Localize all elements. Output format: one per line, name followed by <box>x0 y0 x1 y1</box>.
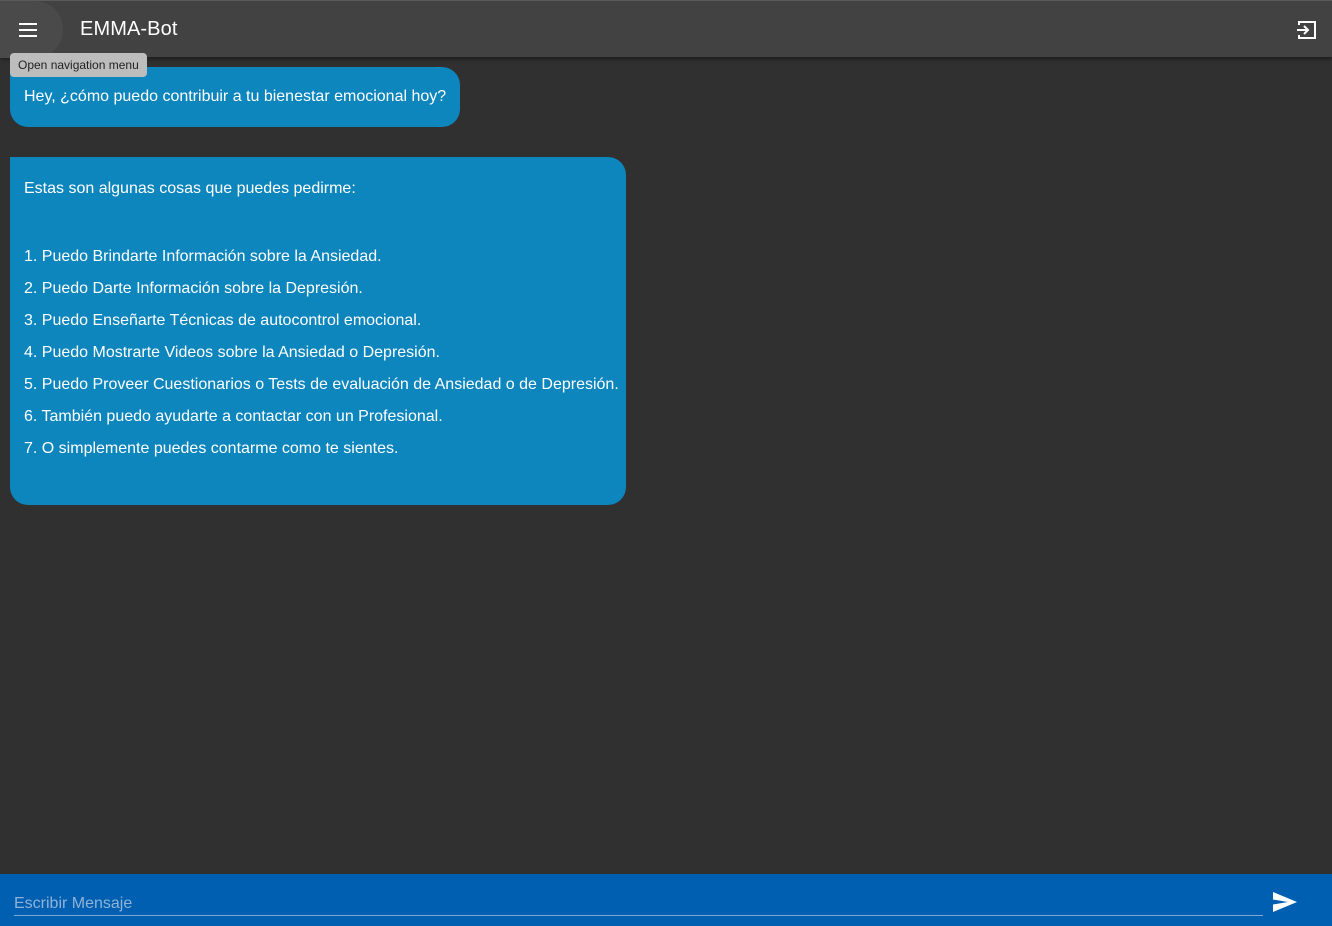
list-item: 1. Puedo Brindarte Información sobre la … <box>24 248 382 265</box>
list-item: 7. O simplemente puedes contarme como te… <box>24 440 399 457</box>
list-item: 4. Puedo Mostrarte Videos sobre la Ansie… <box>24 344 440 361</box>
navigation-menu-tooltip: Open navigation menu <box>10 53 147 77</box>
app-title: EMMA-Bot <box>80 18 178 40</box>
message-input[interactable] <box>14 892 1263 916</box>
logout-button[interactable] <box>1290 13 1324 47</box>
list-item: 3. Puedo Enseñarte Técnicas de autocontr… <box>24 312 422 329</box>
options-intro: Estas son algunas cosas que puedes pedir… <box>24 180 356 197</box>
list-item: 6. También puedo ayudarte a contactar co… <box>24 408 443 425</box>
list-item: 2. Puedo Darte Información sobre la Depr… <box>24 280 363 297</box>
menu-icon <box>19 23 37 37</box>
send-icon <box>1273 892 1297 912</box>
bot-message-options: Estas son algunas cosas que puedes pedir… <box>10 157 626 505</box>
app-bar: EMMA-Bot <box>0 0 1332 58</box>
send-button[interactable] <box>1272 891 1298 913</box>
message-composer <box>0 874 1332 926</box>
logout-icon <box>1297 21 1316 39</box>
open-navigation-menu-button[interactable] <box>0 1 63 58</box>
chat-area: Hey, ¿cómo puedo contribuir a tu bienest… <box>0 57 1332 874</box>
list-item: 5. Puedo Proveer Cuestionarios o Tests d… <box>24 376 619 393</box>
